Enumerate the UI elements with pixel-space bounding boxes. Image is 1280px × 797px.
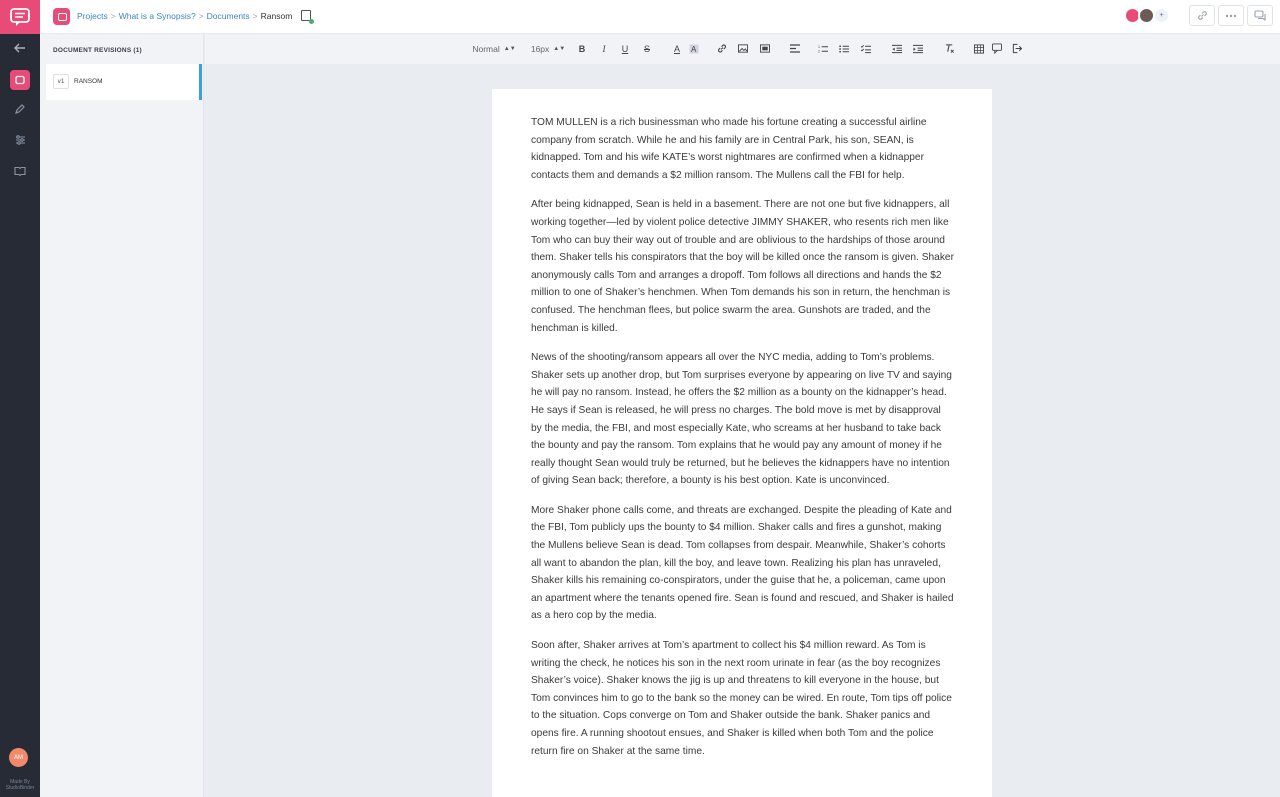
user-avatar[interactable]: AM	[9, 748, 28, 767]
link-icon[interactable]	[717, 42, 727, 55]
back-arrow-icon[interactable]	[10, 38, 30, 58]
app-logo[interactable]	[0, 0, 40, 34]
made-by-brand: StudioBinder	[5, 785, 35, 791]
document-paragraph[interactable]: More Shaker phone calls come, and threat…	[531, 502, 954, 625]
highlight-icon[interactable]: A	[689, 42, 699, 55]
document-page[interactable]: TOM MULLEN is a rich businessman who mad…	[492, 89, 992, 797]
revisions-title: DOCUMENT REVISIONS (1)	[53, 47, 142, 54]
breadcrumb-separator-icon: >	[252, 11, 258, 21]
add-collaborator-icon[interactable]: +	[1153, 7, 1170, 24]
svg-text:1: 1	[818, 45, 820, 49]
top-bar: Projects > What is a Synopsis? > Documents > R…	[40, 0, 1280, 34]
document-paragraph[interactable]: News of the shooting/ransom appears all …	[531, 349, 954, 490]
svg-text:2: 2	[818, 49, 820, 53]
document-paragraph[interactable]: After being kidnapped, Sean is held in a…	[531, 196, 954, 337]
underline-icon[interactable]: U	[620, 42, 630, 55]
video-icon[interactable]	[760, 42, 770, 55]
revisions-panel: DOCUMENT REVISIONS (1) v1 RANSOM	[40, 34, 204, 797]
editor-toolbar: Normal ▲▼ 16px ▲▼ B I U S A A 12	[205, 34, 1280, 64]
text-color-icon[interactable]: A	[672, 42, 682, 55]
save-status-icon[interactable]	[301, 10, 314, 24]
clear-format-icon[interactable]	[945, 42, 955, 55]
export-icon[interactable]	[1012, 42, 1022, 55]
select-arrows-icon: ▲▼	[503, 45, 516, 52]
block-format-value: Normal	[472, 43, 500, 54]
italic-icon[interactable]: I	[599, 42, 609, 55]
breadcrumb-documents[interactable]: Documents	[207, 11, 250, 21]
revision-name: RANSOM	[74, 78, 103, 85]
font-size-select[interactable]: 16px ▲▼	[530, 42, 566, 55]
bold-icon[interactable]: B	[577, 42, 587, 55]
app-rail: AM Made By StudioBinder	[0, 0, 40, 797]
share-link-button[interactable]	[1189, 5, 1215, 26]
made-by-label: Made By StudioBinder	[0, 779, 40, 791]
document-paragraph[interactable]: TOM MULLEN is a rich businessman who mad…	[531, 114, 954, 184]
breadcrumb-current: Ransom	[260, 11, 293, 21]
book-icon[interactable]	[10, 161, 30, 181]
font-size-value: 16px	[530, 43, 550, 54]
revision-version: v1	[53, 74, 69, 89]
breadcrumb-separator-icon: >	[110, 11, 116, 21]
svg-text:A: A	[691, 45, 697, 54]
sliders-icon[interactable]	[10, 130, 30, 150]
ellipsis-icon	[1225, 14, 1237, 17]
checklist-icon[interactable]	[861, 42, 871, 55]
project-icon[interactable]	[53, 8, 70, 25]
chat-icon	[1254, 10, 1266, 21]
breadcrumb-project[interactable]: What is a Synopsis?	[119, 11, 196, 21]
block-format-select[interactable]: Normal ▲▼	[471, 42, 517, 55]
select-arrows-icon: ▲▼	[553, 45, 566, 52]
studiobinder-logo-icon	[10, 8, 30, 26]
revision-item[interactable]: v1 RANSOM	[46, 64, 202, 100]
image-icon[interactable]	[738, 42, 748, 55]
strikethrough-icon[interactable]: S	[642, 42, 652, 55]
link-icon	[1197, 11, 1207, 20]
breadcrumb: Projects > What is a Synopsis? > Documents > R…	[77, 11, 292, 21]
table-icon[interactable]	[974, 42, 984, 55]
document-body[interactable]: TOM MULLEN is a rich businessman who mad…	[531, 114, 954, 772]
bullet-list-icon[interactable]	[839, 42, 849, 55]
comment-icon[interactable]	[992, 42, 1002, 55]
outdent-icon[interactable]	[892, 42, 902, 55]
ordered-list-icon[interactable]: 12	[818, 42, 828, 55]
indent-icon[interactable]	[913, 42, 923, 55]
breadcrumb-separator-icon: >	[198, 11, 204, 21]
pencil-icon[interactable]	[10, 99, 30, 119]
documents-nav-icon[interactable]	[10, 70, 30, 90]
breadcrumb-projects[interactable]: Projects	[77, 11, 108, 21]
document-paragraph[interactable]: Soon after, Shaker arrives at Tom’s apar…	[531, 637, 954, 760]
more-options-button[interactable]	[1218, 5, 1244, 26]
comments-button[interactable]	[1247, 5, 1273, 26]
collaborator-avatars[interactable]: +	[1124, 6, 1174, 26]
align-left-icon[interactable]	[790, 42, 800, 55]
